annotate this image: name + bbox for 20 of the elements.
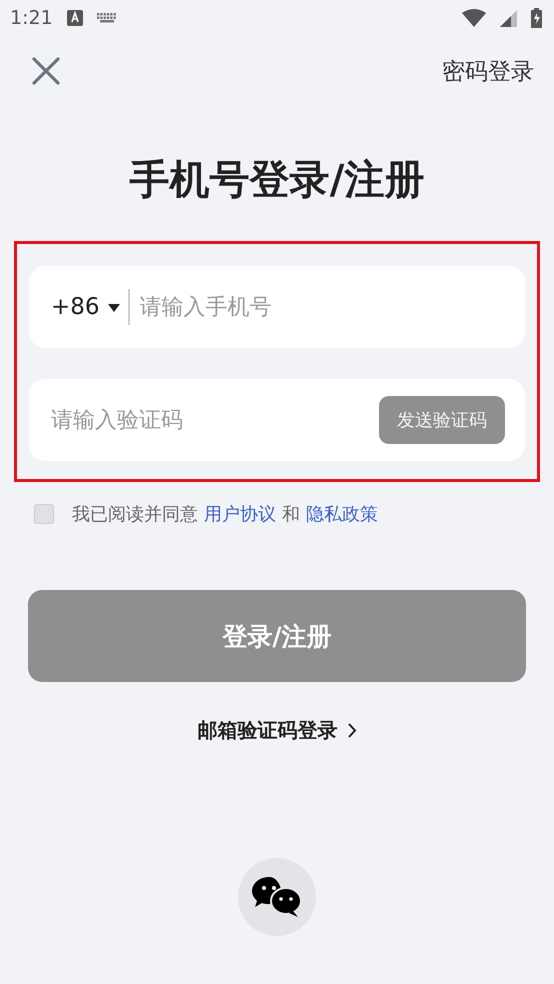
page-title: 手机号登录/注册: [128, 156, 426, 205]
signal-icon: [500, 10, 517, 26]
agreement-checkbox[interactable]: [34, 504, 54, 524]
chat-bubbles-icon: [251, 875, 303, 919]
agreement-text: 我已阅读并同意: [72, 503, 198, 526]
close-icon[interactable]: [32, 57, 60, 85]
phone-field[interactable]: +86 请输入手机号: [29, 266, 525, 348]
email-login-link[interactable]: 邮箱验证码登录: [192, 716, 362, 745]
chevron-right-icon: [348, 723, 356, 738]
status-time: 1:21: [10, 7, 53, 29]
user-agreement-link[interactable]: 用户协议: [204, 502, 276, 526]
privacy-policy-link[interactable]: 隐私政策: [306, 502, 378, 526]
keyboard-icon: [96, 13, 117, 23]
battery-icon: [531, 8, 542, 28]
keyboard-a-icon: [66, 10, 83, 26]
wifi-icon: [462, 9, 486, 27]
agreement-joiner: 和: [282, 503, 300, 526]
country-code-selector[interactable]: +86: [51, 289, 130, 325]
password-login-link[interactable]: 密码登录: [442, 56, 534, 86]
caret-icon: [108, 302, 120, 312]
